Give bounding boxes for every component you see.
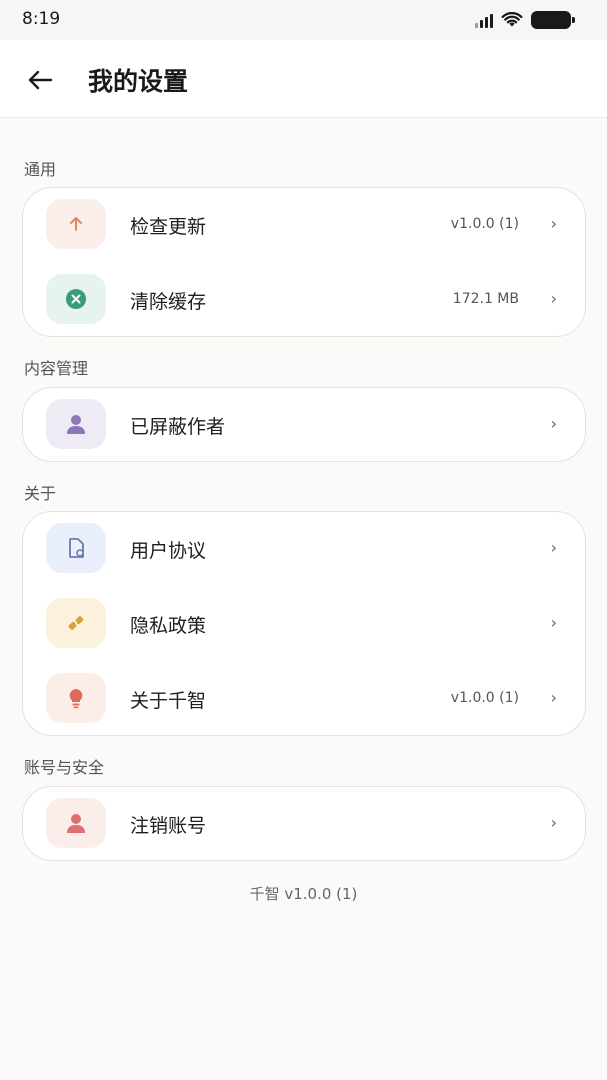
arrow-up-icon (46, 199, 106, 249)
row-user-agreement[interactable]: 用户协议 › (23, 512, 585, 587)
back-button[interactable] (20, 60, 60, 100)
card-account: 注销账号 › (22, 786, 586, 861)
row-value: 172.1 MB (452, 291, 519, 307)
arrow-left-icon (28, 70, 53, 90)
section-label-content: 内容管理 (24, 359, 89, 378)
section-label-about: 关于 (24, 484, 57, 503)
row-label: 隐私政策 (130, 615, 207, 637)
row-label: 清除缓存 (130, 291, 207, 313)
row-clear-cache[interactable]: 清除缓存 172.1 MB › (23, 263, 585, 338)
section-label-account: 账号与安全 (24, 758, 105, 777)
chevron-right-icon: › (550, 214, 557, 233)
row-privacy-policy[interactable]: 隐私政策 › (23, 587, 585, 662)
status-icons (475, 11, 575, 29)
row-label: 注销账号 (130, 815, 207, 837)
person-icon (46, 399, 106, 449)
status-bar: 8:19 (0, 0, 607, 40)
status-time: 8:19 (22, 9, 61, 29)
chevron-right-icon: › (550, 813, 557, 832)
chevron-right-icon: › (550, 688, 557, 707)
chevron-right-icon: › (550, 613, 557, 632)
document-icon (46, 523, 106, 573)
card-general: 检查更新 v1.0.0 (1) › 清除缓存 172.1 MB › (22, 187, 586, 337)
row-about-app[interactable]: 关于千智 v1.0.0 (1) › (23, 662, 585, 737)
row-value: v1.0.0 (1) (450, 690, 519, 706)
row-value: v1.0.0 (1) (450, 216, 519, 232)
card-about: 用户协议 › 隐私政策 › 关于千智 v1.0.0 (1) › (22, 511, 586, 736)
row-check-update[interactable]: 检查更新 v1.0.0 (1) › (23, 188, 585, 263)
app-bar: 我的设置 (0, 40, 607, 118)
lightbulb-icon (46, 673, 106, 723)
shield-link-icon (46, 598, 106, 648)
signal-icon (475, 12, 493, 28)
wifi-icon (501, 12, 523, 27)
footer-version: 千智 v1.0.0 (1) (249, 885, 358, 903)
section-label-general: 通用 (24, 160, 57, 179)
row-label: 关于千智 (130, 690, 207, 712)
battery-icon (531, 11, 575, 29)
page-title: 我的设置 (88, 67, 189, 96)
chevron-right-icon: › (550, 414, 557, 433)
row-label: 检查更新 (130, 216, 207, 238)
chevron-right-icon: › (550, 538, 557, 557)
clear-circle-icon (46, 274, 106, 324)
card-content: 已屏蔽作者 › (22, 387, 586, 462)
person-icon (46, 798, 106, 848)
row-label: 用户协议 (130, 540, 207, 562)
row-blocked-authors[interactable]: 已屏蔽作者 › (23, 388, 585, 463)
row-label: 已屏蔽作者 (130, 416, 226, 438)
chevron-right-icon: › (550, 289, 557, 308)
row-delete-account[interactable]: 注销账号 › (23, 787, 585, 862)
